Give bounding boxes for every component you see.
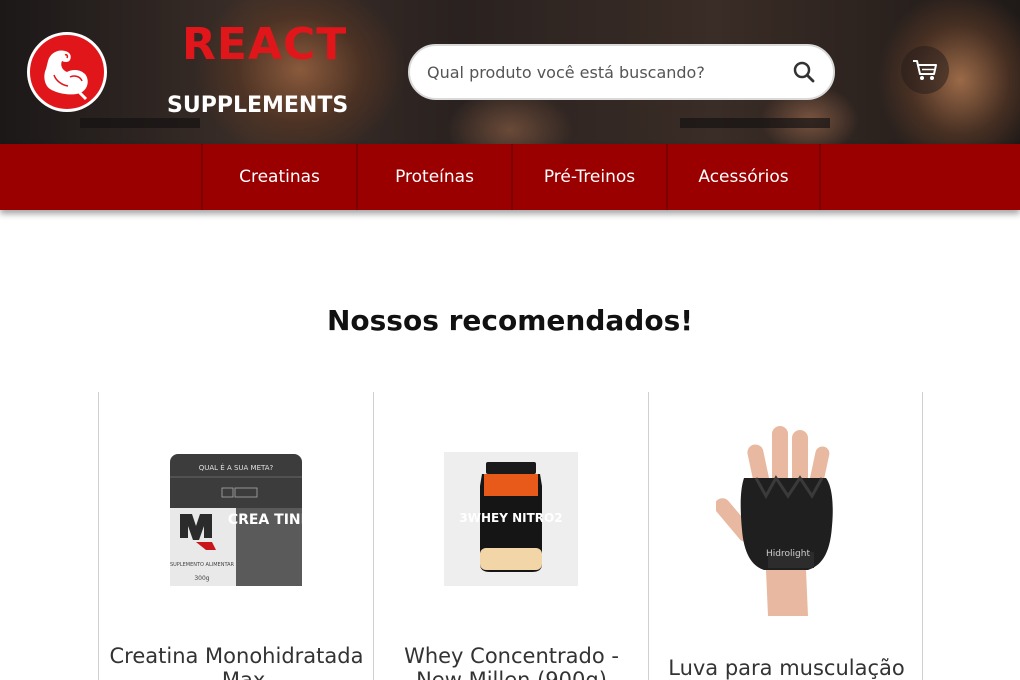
product-list: QUAL É A SUA META? CREA TINE SUPLEMENTO …	[98, 392, 924, 680]
product-image-whey: 3WHEY NITRO2	[444, 452, 578, 586]
product-image-creatine: QUAL É A SUA META? CREA TINE SUPLEMENTO …	[170, 454, 306, 586]
creatine-label-top: QUAL É A SUA META?	[199, 463, 274, 472]
category-list: Creatinas Proteínas Pré-Treinos Acessóri…	[201, 144, 821, 210]
nav-item-acessorios[interactable]: Acessórios	[666, 144, 821, 210]
category-nav: Creatinas Proteínas Pré-Treinos Acessóri…	[0, 144, 1020, 210]
nav-item-pre-treinos[interactable]: Pré-Treinos	[511, 144, 666, 210]
product-card[interactable]: QUAL É A SUA META? CREA TINE SUPLEMENTO …	[98, 392, 373, 680]
header-background-barbell	[680, 118, 830, 128]
product-name[interactable]: Creatina Monohidratada - Max	[109, 644, 364, 680]
creatine-weight: 300g	[194, 575, 209, 582]
brand-title-supplements[interactable]: SUPPLEMENTS	[167, 92, 367, 120]
product-image-glove: Hidrolight	[715, 426, 833, 616]
nav-item-creatinas[interactable]: Creatinas	[201, 144, 356, 210]
search-icon	[793, 61, 815, 83]
site-header: REACT SUPPLEMENTS	[0, 0, 1020, 144]
section-title: Nossos recomendados!	[326, 304, 694, 337]
search-button[interactable]	[791, 59, 817, 85]
search-bar	[408, 44, 835, 100]
search-input[interactable]	[427, 62, 791, 82]
cart-button[interactable]	[901, 46, 949, 94]
flexed-arm-icon	[44, 50, 88, 101]
product-name[interactable]: Whey Concentrado - New Millen (900g)	[384, 644, 639, 680]
product-name[interactable]: Luva para musculação	[659, 656, 914, 680]
nav-item-proteinas[interactable]: Proteínas	[356, 144, 511, 210]
brand-title-react[interactable]: REACT	[182, 21, 352, 69]
cart-icon	[913, 60, 937, 80]
svg-text:SUPLEMENTO ALIMENTAR: SUPLEMENTO ALIMENTAR	[170, 562, 235, 568]
product-card[interactable]: Hidrolight Luva para musculação	[648, 392, 923, 680]
product-card[interactable]: 3WHEY NITRO2 Whey Concentrado - New Mill…	[373, 392, 648, 680]
glove-brand: Hidrolight	[766, 549, 810, 559]
creatine-label-main: CREA TINE	[228, 512, 306, 528]
brand-logo[interactable]	[27, 32, 107, 112]
whey-label-main: 3WHEY NITRO2	[459, 511, 562, 525]
